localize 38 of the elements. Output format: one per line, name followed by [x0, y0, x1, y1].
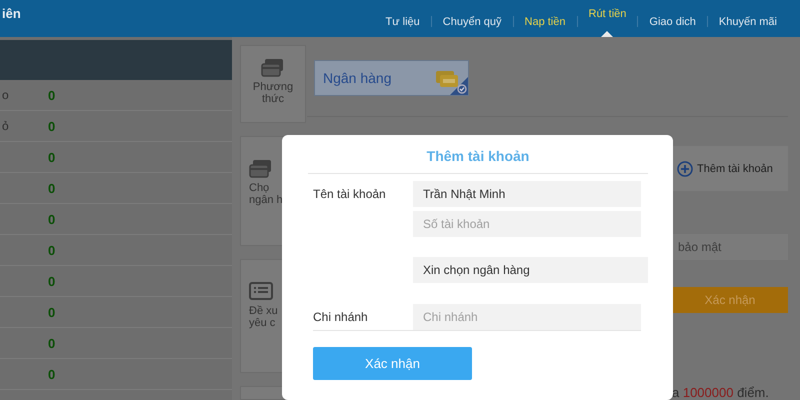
row-value: 0	[48, 274, 56, 288]
pointer-icon	[601, 31, 614, 37]
row-value: 0	[48, 336, 56, 350]
check-icon	[450, 77, 468, 95]
input-field[interactable]: Trần Nhật Minh	[413, 181, 641, 207]
row-value: 0	[48, 304, 56, 320]
row-label: o	[2, 88, 9, 102]
nav-tab[interactable]: Nap tiền	[514, 0, 576, 37]
page-title: iên	[2, 5, 21, 23]
input-field[interactable]: Chi nhánh	[413, 304, 641, 330]
nav-tab[interactable]: Tư liệu	[374, 0, 431, 37]
row-value: 0	[48, 242, 56, 258]
bank-select[interactable]: Xin chọn ngân hàng	[413, 257, 648, 283]
plus-icon	[677, 160, 693, 176]
field-label: Chi nhánh	[313, 310, 368, 324]
points-note: a 1000000 điểm.	[672, 385, 770, 400]
nav-tab[interactable]: Chuyển quỹ	[432, 0, 513, 37]
row-value: 0	[48, 212, 56, 226]
row-value: 0	[48, 88, 56, 102]
row-value: 0	[48, 180, 56, 196]
card-icon	[261, 58, 285, 78]
row-label: ỏ	[2, 119, 9, 133]
dialog-title: Thêm tài khoản	[426, 148, 530, 164]
add-account-button[interactable]: Thêm tài khoản	[672, 146, 788, 191]
nav-tab[interactable]: Rút tiền	[578, 0, 638, 37]
input-field[interactable]: Số tài khoản	[413, 211, 641, 237]
field-label: Tên tài khoản	[313, 187, 386, 201]
document-icon	[249, 282, 273, 302]
bank-method-option[interactable]: Ngân hàng	[314, 60, 469, 96]
input-field[interactable]: bảo mật	[672, 234, 788, 260]
confirm-button[interactable]: Xác nhận	[313, 347, 472, 380]
row-value: 0	[48, 366, 56, 382]
row-value: 0	[48, 118, 56, 134]
row-value: 0	[48, 150, 56, 164]
card-icon	[249, 159, 273, 180]
nav-tab[interactable]: Giao dich	[638, 0, 707, 37]
step-tile[interactable]: Phương thức	[240, 45, 306, 124]
nav-tab[interactable]: Khuyến mãi	[708, 0, 788, 37]
